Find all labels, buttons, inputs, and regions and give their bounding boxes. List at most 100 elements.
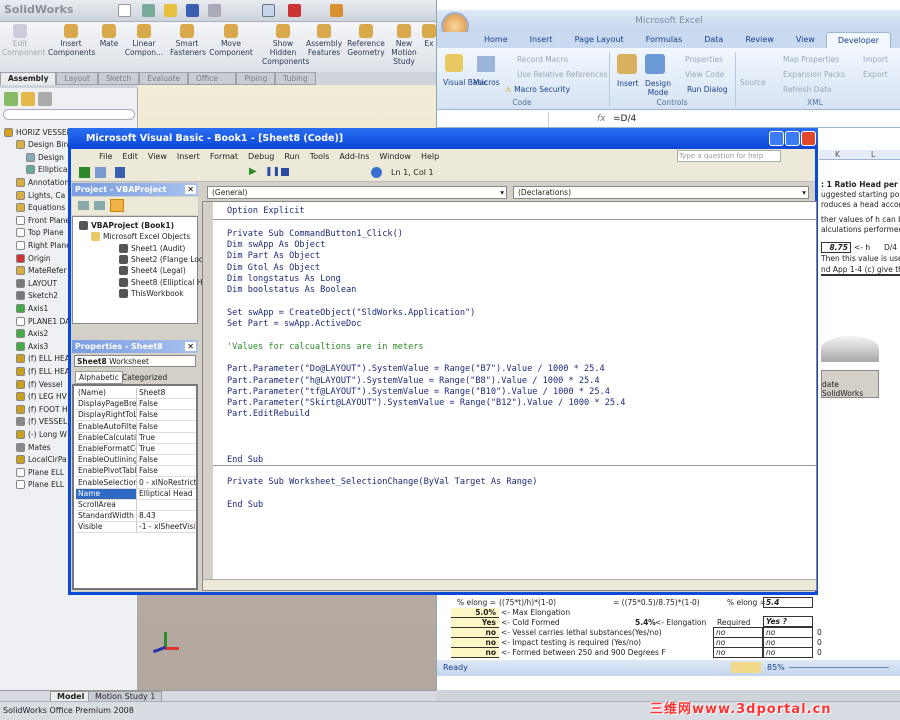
property-row[interactable]: Visible -1 - xlSheetVisib: [76, 522, 196, 534]
code-line[interactable]: Private Sub CommandButton1_Click(): [227, 229, 403, 239]
code-line[interactable]: Private Sub Worksheet_SelectionChange(By…: [227, 477, 537, 487]
tree-item[interactable]: Design: [26, 151, 64, 163]
yes-cell[interactable]: Yes ?: [763, 616, 813, 627]
view-object-icon[interactable]: [94, 201, 105, 210]
property-value[interactable]: Sheet8: [137, 388, 196, 398]
print-icon[interactable]: [208, 4, 221, 17]
tree-item[interactable]: Axis1: [16, 302, 48, 314]
code-line[interactable]: End Sub: [227, 455, 263, 465]
tab-alphabetic[interactable]: Alphabetic: [75, 371, 123, 384]
elong-value-cell[interactable]: 5.4: [763, 597, 813, 608]
formula-input[interactable]: =D/4: [613, 114, 636, 124]
expansion-packs-button[interactable]: Expansion Packs: [783, 70, 845, 79]
property-manager-tab-icon[interactable]: [21, 92, 35, 106]
design-mode-button[interactable]: Design Mode: [643, 79, 673, 97]
command-7[interactable]: Assembly Features: [306, 24, 342, 57]
code-line[interactable]: Option Explicit: [227, 206, 305, 216]
max-elongation-cell[interactable]: 5.0%: [451, 608, 499, 618]
menu-edit[interactable]: Edit: [122, 152, 138, 164]
visual-basic-icon[interactable]: [445, 54, 463, 72]
cold-formed-cell[interactable]: Yes: [451, 618, 499, 628]
property-row[interactable]: Name Elliptical Head: [76, 488, 196, 500]
property-row[interactable]: EnableSelection0 - xlNoRestrictio: [76, 477, 196, 489]
tree-item[interactable]: (f) ELL HEA: [16, 353, 70, 365]
tab-sketch[interactable]: Sketch: [97, 72, 140, 85]
property-value[interactable]: False: [137, 422, 196, 432]
tab-data[interactable]: Data: [693, 32, 734, 48]
tree-item[interactable]: PLANE1 DA: [16, 315, 70, 327]
tree-item[interactable]: Axis2: [16, 328, 48, 340]
map-properties-button[interactable]: Map Properties: [783, 55, 839, 64]
procedure-dropdown[interactable]: (Declarations) ▾: [513, 186, 809, 199]
property-row[interactable]: StandardWidth 8.43: [76, 511, 196, 523]
property-row[interactable]: DisplayPageBreakFalse: [76, 399, 196, 411]
property-row[interactable]: ScrollArea: [76, 500, 196, 511]
horizontal-scrollbar[interactable]: [203, 579, 816, 590]
property-row[interactable]: (Name) Sheet8: [76, 388, 196, 399]
property-row[interactable]: EnableCalculationTrue: [76, 432, 196, 444]
insert-module-icon[interactable]: [95, 167, 106, 178]
menu-tools[interactable]: Tools: [310, 152, 330, 164]
code-line[interactable]: Part.Parameter("tf@LAYOUT").SystemValue …: [227, 387, 610, 397]
tab-assembly[interactable]: Assembly: [0, 72, 57, 85]
tree-item[interactable]: Lights, Ca: [16, 189, 65, 201]
command-0[interactable]: Edit Component: [2, 24, 46, 57]
tree-item[interactable]: Axis3: [16, 340, 48, 352]
command-3[interactable]: Linear Compon...: [124, 24, 164, 57]
project-tree-item[interactable]: Sheet8 (Elliptical Hea: [119, 277, 212, 287]
column-header-k[interactable]: K: [835, 150, 840, 159]
command-6[interactable]: Show Hidden Components: [262, 24, 309, 66]
code-editor[interactable]: Option Explicit Private Sub CommandButton…: [202, 201, 817, 591]
insert-control-icon[interactable]: [617, 54, 637, 74]
configuration-tab-icon[interactable]: [38, 92, 52, 106]
property-row[interactable]: EnableFormatConTrue: [76, 444, 196, 455]
view-code-icon[interactable]: [78, 201, 89, 210]
menu-file[interactable]: File: [99, 152, 112, 164]
menu-format[interactable]: Format: [210, 152, 238, 164]
tree-item[interactable]: Design Bin: [16, 139, 68, 151]
required-cell[interactable]: no: [713, 647, 763, 658]
save-icon[interactable]: [186, 4, 199, 17]
tab-formulas[interactable]: Formulas: [635, 32, 694, 48]
refresh-data-button[interactable]: Refresh Data: [783, 85, 832, 94]
code-line[interactable]: Set swApp = CreateObject("SldWorks.Appli…: [227, 308, 475, 318]
folder-icon[interactable]: [164, 4, 177, 17]
code-line[interactable]: Set Part = swApp.ActiveDoc: [227, 319, 362, 329]
code-line[interactable]: Part.Parameter("h@LAYOUT").SystemValue =…: [227, 376, 600, 386]
help-search-input[interactable]: Type a question for help: [677, 150, 781, 162]
close-button[interactable]: [801, 131, 816, 146]
tree-item[interactable]: (f) LEG HV: [16, 391, 67, 403]
command-2[interactable]: Mate: [98, 24, 120, 48]
property-value[interactable]: -1 - xlSheetVisib: [137, 522, 196, 532]
menu-window[interactable]: Window: [379, 152, 411, 164]
property-value[interactable]: True: [137, 444, 196, 454]
code-line[interactable]: 'Values for calcualtions are in meters: [227, 342, 424, 352]
record-macro-button[interactable]: Record Macro: [517, 55, 568, 64]
check-value-cell[interactable]: no: [451, 638, 499, 648]
property-value[interactable]: 0 - xlNoRestrictio: [137, 478, 196, 488]
object-dropdown[interactable]: (General) ▾: [207, 186, 507, 199]
macros-button[interactable]: Macros: [473, 78, 500, 87]
tree-item[interactable]: MateRefer: [16, 265, 66, 277]
check-value-cell[interactable]: no: [451, 648, 499, 658]
code-line[interactable]: Part.Parameter("Skirt@LAYOUT").SystemVal…: [227, 398, 625, 408]
tree-item[interactable]: (-) Long W: [16, 428, 67, 440]
close-pane-icon[interactable]: ✕: [185, 185, 196, 194]
tree-item[interactable]: Mates: [16, 441, 51, 453]
new-icon[interactable]: [118, 4, 131, 17]
property-value[interactable]: False: [137, 399, 196, 409]
property-value[interactable]: Elliptical Head: [137, 489, 196, 499]
tree-item[interactable]: (f) ELL HEA: [16, 365, 70, 377]
code-line[interactable]: End Sub: [227, 500, 263, 510]
properties-button[interactable]: Properties: [685, 55, 723, 64]
property-row[interactable]: DisplayRightToLefFalse: [76, 410, 196, 422]
tree-item[interactable]: Origin: [16, 252, 51, 264]
tree-item[interactable]: LAYOUT: [16, 277, 57, 289]
property-value[interactable]: False: [137, 466, 196, 476]
update-solidworks-button[interactable]: date SolidWorks: [821, 370, 879, 398]
code-line[interactable]: Dim swApp As Object: [227, 240, 325, 250]
tab-piping[interactable]: Piping: [236, 72, 276, 85]
project-tree-item[interactable]: Sheet2 (Flange Loc): [119, 254, 206, 264]
code-line[interactable]: Dim longstatus As Long: [227, 274, 341, 284]
tree-item[interactable]: Front Plane: [16, 214, 70, 226]
